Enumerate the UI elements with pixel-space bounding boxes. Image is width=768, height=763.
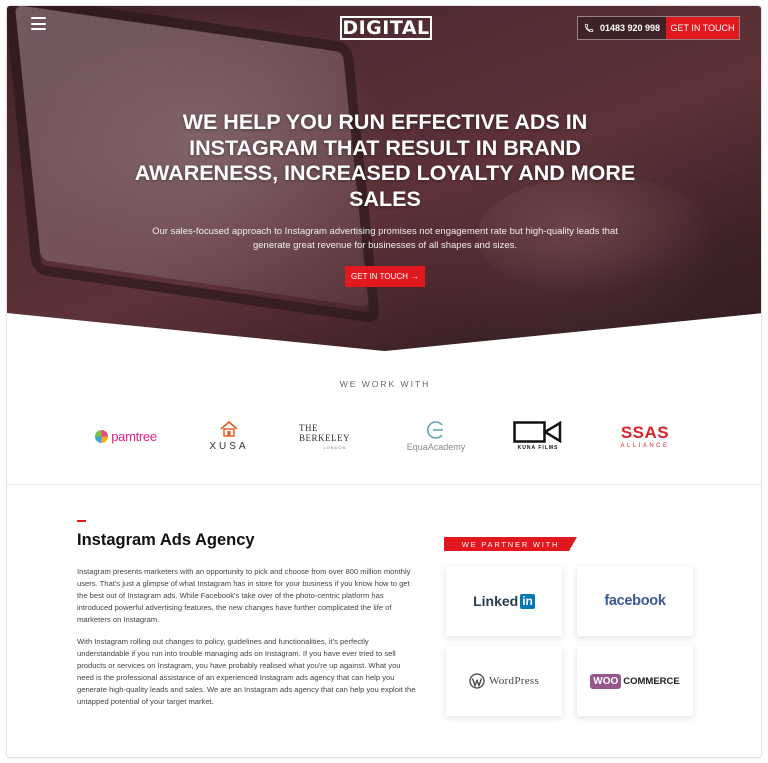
woo-badge: WOO — [590, 673, 622, 689]
xusa-wordmark: XUSA — [209, 440, 249, 452]
wordpress-wordmark: WordPress — [488, 675, 540, 687]
hero-title: WE HELP YOU RUN EFFECTIVE ADS IN INSTAGR… — [134, 110, 636, 211]
site-logo[interactable]: DIGITAL — [340, 16, 432, 40]
woocommerce-logo: WOO COMMERCE — [590, 673, 680, 689]
logo-text: DIGITAL — [342, 16, 430, 39]
facebook-logo: facebook — [604, 593, 666, 609]
arrow-right-icon: → — [410, 272, 419, 281]
partner-card-woocommerce: WOO COMMERCE — [577, 646, 693, 716]
we-partner-with-label: WE PARTNER WITH — [444, 537, 577, 551]
linkedin-word: Linked — [473, 593, 519, 609]
berkeley-subtext: LONDON — [323, 444, 347, 450]
header-contact: 01483 920 998 GET IN TOUCH — [577, 16, 740, 40]
client-logo-xusa: XUSA — [205, 411, 253, 461]
hero-section: DIGITAL 01483 920 998 GET IN TOUCH WE HE… — [7, 6, 761, 351]
partner-card-wordpress: WordPress — [446, 646, 562, 716]
pamtree-flower-icon — [95, 429, 109, 443]
linkedin-logo: Linked in — [473, 593, 535, 609]
hero-cta-label: GET IN TOUCH — [351, 272, 408, 281]
equa-e-icon — [427, 421, 443, 439]
ssas-wordmark: SSAS — [620, 422, 670, 442]
agency-paragraph-2: With Instagram rolling out changes to po… — [77, 637, 416, 706]
hamburger-menu-icon[interactable] — [31, 17, 46, 30]
phone-number: 01483 920 998 — [599, 23, 661, 33]
kuna-films-wordmark: KUNA FILMS — [517, 445, 559, 451]
agency-paragraph-1: Instagram presents marketers with an opp… — [77, 567, 411, 624]
we-work-with-heading: WE WORK WITH — [339, 379, 431, 389]
client-logos: pamtree XUSA THE BERKELEY LONDON EquaAca… — [7, 411, 761, 461]
kuna-camera-icon — [513, 421, 562, 443]
berkeley-wordmark: THE BERKELEY — [299, 422, 350, 443]
phone-link[interactable]: 01483 920 998 — [578, 17, 666, 39]
wordpress-logo: WordPress — [469, 673, 539, 689]
agency-heading: Instagram Ads Agency — [77, 531, 255, 549]
phone-icon — [584, 23, 594, 33]
heading-accent-dash — [77, 520, 86, 522]
page-frame: DIGITAL 01483 920 998 GET IN TOUCH WE HE… — [6, 5, 762, 758]
wordpress-icon — [469, 673, 485, 689]
linkedin-in-box: in — [520, 593, 535, 609]
client-logo-equaacademy: EquaAcademy — [403, 411, 469, 461]
client-logo-the-berkeley: THE BERKELEY LONDON — [299, 411, 371, 461]
partner-card-linkedin: Linked in — [446, 566, 562, 636]
house-icon — [220, 420, 238, 437]
commerce-wordmark: COMMERCE — [623, 675, 680, 687]
client-logo-ssas-alliance: SSAS ALLIANCE — [615, 411, 675, 461]
client-logo-kuna-films: KUNA FILMS — [512, 411, 564, 461]
client-logo-pamtree: pamtree — [87, 411, 165, 461]
ssas-subtext: ALLIANCE — [620, 442, 670, 449]
hero-subtitle: Our sales-focused approach to Instagram … — [152, 226, 618, 251]
section-divider — [7, 484, 761, 485]
equaacademy-wordmark: EquaAcademy — [406, 442, 466, 452]
header-get-in-touch-button[interactable]: GET IN TOUCH — [666, 17, 739, 39]
pamtree-wordmark: pamtree — [111, 428, 157, 444]
partner-card-facebook: facebook — [577, 566, 693, 636]
hero-get-in-touch-button[interactable]: GET IN TOUCH → — [345, 266, 425, 287]
